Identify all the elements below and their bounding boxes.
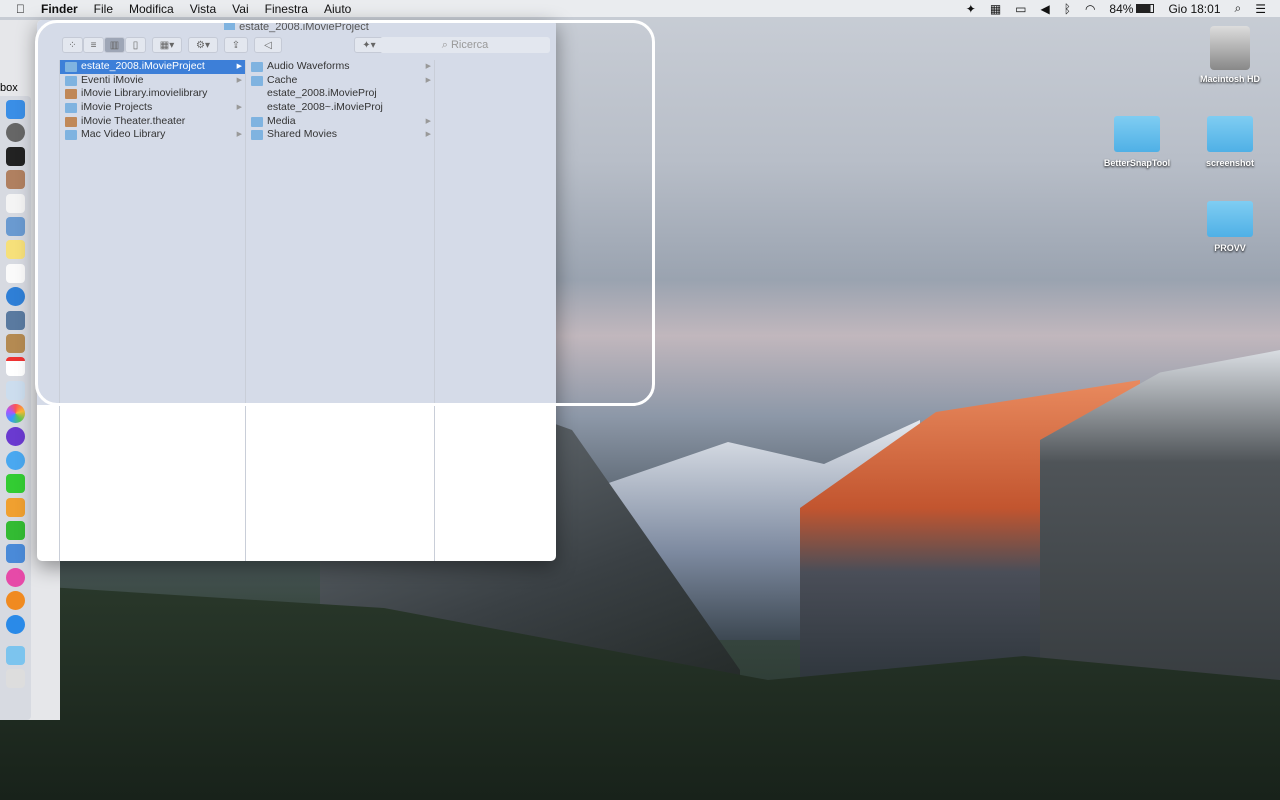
pages-dock-icon[interactable]	[6, 497, 25, 517]
desktop-icon-bettersnaptool[interactable]: BetterSnapTool	[1097, 116, 1177, 168]
photos-dock-icon[interactable]	[6, 404, 25, 424]
menu-finestra[interactable]: Finestra	[265, 2, 308, 16]
downloads-folder-dock-icon[interactable]	[6, 645, 25, 665]
itunes-dock-icon[interactable]	[6, 567, 25, 587]
folder-icon	[1114, 116, 1160, 152]
wifi-icon[interactable]: ◠	[1085, 2, 1095, 16]
highlight-frame	[35, 20, 655, 406]
desktop-icon-screenshot[interactable]: screenshot	[1190, 116, 1270, 168]
desktop-icon-label: screenshot	[1205, 158, 1255, 168]
contacts-dock-icon[interactable]	[6, 333, 25, 353]
terminal-dock-icon[interactable]	[6, 146, 25, 166]
imovie-dock-icon[interactable]	[6, 427, 25, 447]
reminders-dock-icon[interactable]	[6, 263, 25, 283]
image-capture-dock-icon[interactable]	[6, 310, 25, 330]
apple-menu-icon[interactable]: 	[16, 2, 25, 16]
notes-dock-icon[interactable]	[6, 240, 25, 260]
menu-aiuto[interactable]: Aiuto	[324, 2, 351, 16]
system-preferences-dock-icon[interactable]	[6, 123, 25, 143]
textedit-dock-icon[interactable]	[6, 193, 25, 213]
background-window-text: box	[0, 82, 18, 94]
numbers-dock-icon[interactable]	[6, 521, 25, 541]
clock[interactable]: Gio 18:01	[1168, 2, 1220, 16]
folder-icon	[1207, 116, 1253, 152]
facetime-dock-icon[interactable]	[6, 474, 25, 494]
menu-vista[interactable]: Vista	[190, 2, 216, 16]
keynote-dock-icon[interactable]	[6, 544, 25, 564]
notification-center-icon[interactable]: ☰	[1255, 2, 1266, 16]
dock	[0, 96, 31, 720]
menu-modifica[interactable]: Modifica	[129, 2, 174, 16]
airplay-icon[interactable]: ▭	[1015, 2, 1026, 16]
safari-dock-icon[interactable]	[6, 287, 25, 307]
photos-viewer-dock-icon[interactable]	[6, 380, 25, 400]
desktop-icon-provv[interactable]: PROVV	[1190, 201, 1270, 253]
menu-file[interactable]: File	[94, 2, 113, 16]
app-store-dock-icon[interactable]	[6, 614, 25, 634]
desktop-icon-label: Macintosh HD	[1199, 74, 1260, 84]
spotlight-icon[interactable]: ⌕	[1235, 1, 1242, 16]
dropbox-icon[interactable]: ✦	[966, 2, 976, 16]
app-dock-icon[interactable]	[6, 170, 25, 190]
volume-icon[interactable]: ◀	[1041, 2, 1050, 16]
desktop-icon-macintosh-hd[interactable]: Macintosh HD	[1190, 26, 1270, 84]
battery-percent[interactable]: 84%	[1109, 2, 1133, 16]
menu-bar:  Finder File Modifica Vista Vai Finestr…	[0, 0, 1280, 17]
calendar-dock-icon[interactable]	[6, 357, 25, 377]
bluetooth-icon[interactable]: ᛒ	[1064, 2, 1071, 16]
menu-vai[interactable]: Vai	[232, 2, 248, 16]
battery-icon[interactable]	[1136, 4, 1155, 13]
folder-icon	[1207, 201, 1253, 237]
bettersnaptool-icon[interactable]: ▦	[990, 2, 1001, 16]
preview-dock-icon[interactable]	[6, 216, 25, 236]
desktop-icon-label: PROVV	[1214, 243, 1246, 253]
hard-drive-icon	[1210, 26, 1250, 70]
menu-finder[interactable]: Finder	[41, 2, 78, 16]
ibooks-dock-icon[interactable]	[6, 591, 25, 611]
finder-dock-icon[interactable]	[6, 100, 25, 119]
trash-dock-icon[interactable]	[6, 669, 25, 689]
messages-dock-icon[interactable]	[6, 450, 25, 470]
desktop-icon-label: BetterSnapTool	[1103, 158, 1171, 168]
